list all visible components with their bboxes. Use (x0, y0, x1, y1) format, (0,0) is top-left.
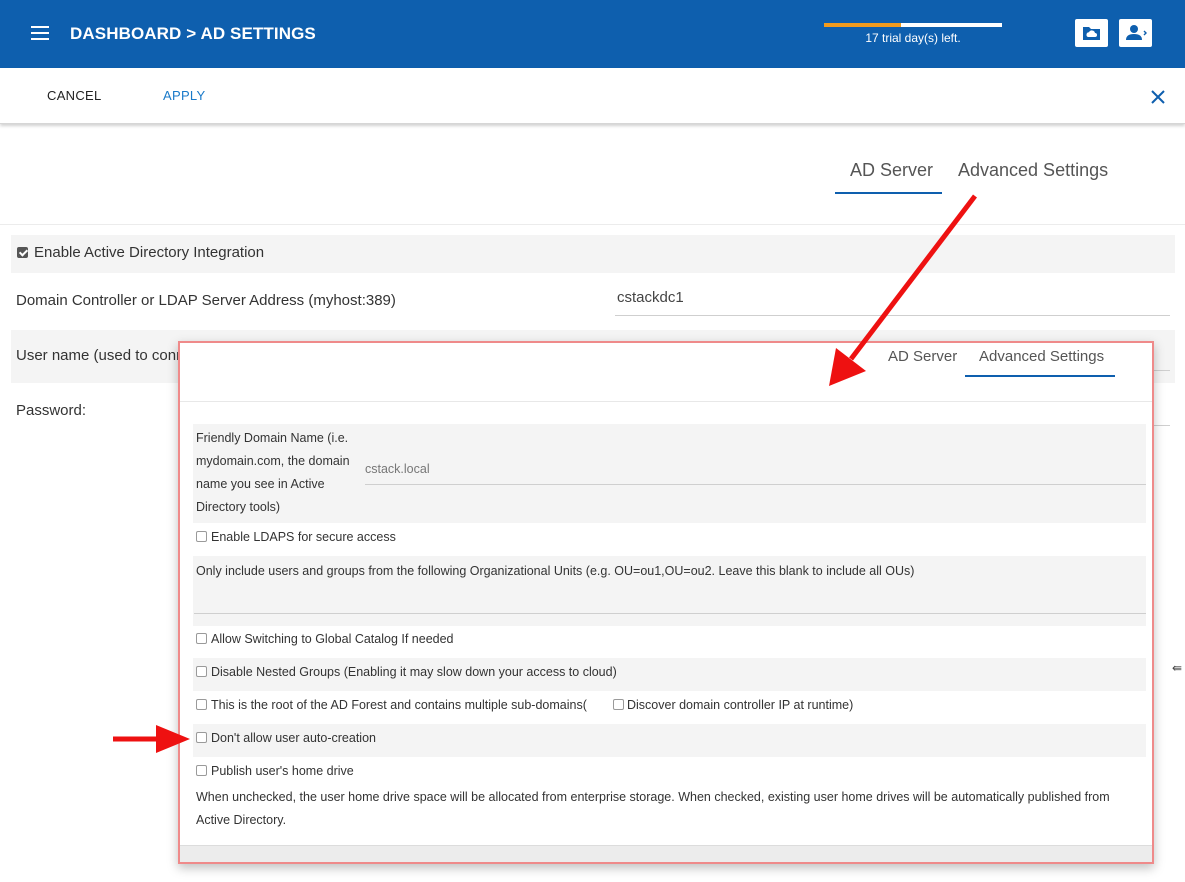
root-forest-label: This is the root of the AD Forest and co… (211, 698, 587, 712)
publish-home-note: When unchecked, the user home drive spac… (196, 790, 1110, 827)
global-catalog-checkbox[interactable] (196, 633, 207, 644)
zoom-panel-footer (180, 845, 1152, 862)
zoom-tabs-divider (180, 401, 1152, 402)
publish-home-label: Publish user's home drive (211, 764, 354, 778)
discover-dc-checkbox[interactable] (613, 699, 624, 710)
menu-icon[interactable] (31, 26, 49, 42)
discover-dc-label: Discover domain controller IP at runtime… (627, 698, 854, 712)
domain-controller-input[interactable]: cstackdc1 (617, 289, 684, 306)
global-catalog-label: Allow Switching to Global Catalog If nee… (211, 632, 454, 646)
collapse-arrow-icon[interactable]: ⇚ (1172, 661, 1182, 675)
ou-label: Only include users and groups from the f… (196, 564, 915, 578)
tab-ad-server[interactable]: AD Server (850, 160, 933, 181)
ldaps-label: Enable LDAPS for secure access (211, 530, 396, 544)
trial-days-text: 17 trial day(s) left. (865, 31, 961, 45)
ou-input-underline[interactable] (194, 613, 1146, 614)
enable-ad-label: Enable Active Directory Integration (34, 244, 265, 261)
friendly-domain-underline (365, 484, 1146, 485)
cloud-folder-button[interactable] (1075, 19, 1108, 47)
top-header: DASHBOARD > AD SETTINGS 17 trial day(s) … (0, 0, 1185, 68)
close-icon[interactable] (1150, 89, 1166, 105)
cancel-button[interactable]: CANCEL (47, 88, 102, 103)
username-label: User name (used to conn (16, 347, 185, 364)
domain-controller-label: Domain Controller or LDAP Server Address… (16, 292, 396, 309)
nested-groups-label: Disable Nested Groups (Enabling it may s… (211, 665, 617, 679)
zoom-tab-advanced-settings[interactable]: Advanced Settings (979, 348, 1104, 365)
nested-groups-checkbox[interactable] (196, 666, 207, 677)
tab-advanced-settings[interactable]: Advanced Settings (958, 160, 1108, 181)
advanced-settings-zoom-panel: AD Server Advanced Settings Friendly Dom… (178, 341, 1154, 864)
domain-controller-underline (615, 315, 1170, 316)
zoom-active-tab-indicator (965, 375, 1115, 377)
password-label: Password: (16, 402, 87, 419)
breadcrumb: DASHBOARD > AD SETTINGS (70, 24, 316, 43)
no-auto-creation-label: Don't allow user auto-creation (211, 731, 376, 745)
root-forest-checkbox[interactable] (196, 699, 207, 710)
active-tab-indicator (835, 192, 942, 194)
friendly-domain-input[interactable]: cstack.local (365, 462, 430, 476)
action-bar: CANCEL APPLY (0, 68, 1185, 124)
publish-home-checkbox[interactable] (196, 765, 207, 776)
no-auto-creation-checkbox[interactable] (196, 732, 207, 743)
trial-progress-bar (824, 23, 1002, 27)
zoom-tab-ad-server[interactable]: AD Server (888, 348, 957, 365)
user-switch-button[interactable] (1119, 19, 1152, 47)
user-switch-icon (1126, 25, 1147, 40)
friendly-domain-label: Friendly Domain Name (i.e. mydomain.com,… (196, 431, 350, 514)
enable-ad-checkbox[interactable] (17, 247, 28, 258)
cloud-folder-icon (1083, 27, 1100, 40)
ldaps-checkbox[interactable] (196, 531, 207, 542)
apply-button[interactable]: APPLY (163, 88, 205, 103)
tabs-divider (0, 224, 1185, 225)
